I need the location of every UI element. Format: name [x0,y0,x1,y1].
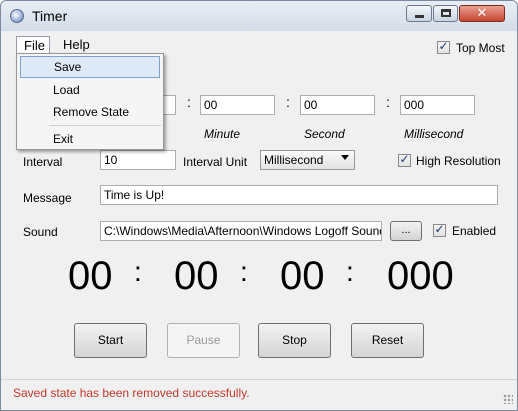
menu-item-remove-state[interactable]: Remove State [20,101,160,123]
checkmark-icon: ✓ [434,222,445,236]
interval-field[interactable]: 10 [100,150,176,170]
top-most-checkbox[interactable]: ✓ [437,39,450,54]
interval-label: Interval [23,155,63,169]
stop-button[interactable]: Stop [258,323,331,358]
interval-unit-label: Interval Unit [183,155,248,169]
minute-second-separator: : [286,94,290,110]
chevron-down-icon [341,155,349,160]
menu-item-load[interactable]: Load [20,79,160,101]
interval-unit-selected: Millisecond [264,153,324,167]
sound-enabled-label: Enabled [452,224,497,238]
timer-app-icon [10,9,24,23]
close-icon: ✕ [476,6,488,21]
display-separator-1: : [134,256,142,287]
browse-button[interactable]: ... [390,221,422,241]
message-label: Message [23,191,72,205]
display-seconds: 00 [280,254,325,298]
second-label: Second [304,127,345,141]
menu-separator [49,125,161,126]
sound-enabled-checkbox[interactable]: ✓ [433,222,446,237]
minimize-button[interactable] [406,5,432,22]
hour-field-partial[interactable] [164,95,176,115]
minute-field[interactable]: 00 [200,95,275,115]
checkmark-icon: ✓ [399,152,410,166]
millisecond-label: Millisecond [404,127,464,141]
checkmark-icon: ✓ [438,39,449,53]
menu-file[interactable]: File [16,36,50,53]
window-title: Timer [32,8,68,24]
display-separator-3: : [346,256,354,287]
pause-button[interactable]: Pause [167,323,240,358]
menu-item-save[interactable]: Save [20,56,160,78]
minute-label: Minute [204,127,241,141]
display-separator-2: : [240,256,248,287]
maximize-icon [441,9,451,17]
status-message: Saved state has been removed successfull… [13,386,250,400]
start-button[interactable]: Start [74,323,147,358]
high-resolution-label: High Resolution [416,154,501,168]
hour-minute-separator: : [187,94,191,110]
minimize-icon [415,15,424,18]
display-hours: 00 [68,254,113,298]
title-bar: Timer ✕ [1,1,517,31]
top-most-label: Top Most [456,41,505,55]
display-milliseconds: 000 [387,254,454,298]
second-millisecond-separator: : [386,94,390,110]
interval-unit-select[interactable]: Millisecond [260,150,355,170]
timer-window: Timer ✕ File Help ✓ Top Most : 00 : 00 :… [0,0,518,411]
resize-grip-icon[interactable] [503,394,513,404]
status-bar: Saved state has been removed successfull… [1,379,517,406]
sound-path-field[interactable]: C:\Windows\Media\Afternoon\Windows Logof… [100,221,382,241]
second-field[interactable]: 00 [300,95,375,115]
menu-help[interactable]: Help [56,36,97,53]
close-button[interactable]: ✕ [459,5,505,22]
display-minutes: 00 [174,254,219,298]
millisecond-field[interactable]: 000 [400,95,475,115]
sound-label: Sound [23,225,58,239]
high-resolution-checkbox[interactable]: ✓ [398,152,411,167]
message-field[interactable]: Time is Up! [100,185,498,205]
menu-item-exit[interactable]: Exit [20,128,160,150]
reset-button[interactable]: Reset [351,323,424,358]
file-menu-dropdown: Save Load Remove State Exit [16,53,164,150]
maximize-button[interactable] [433,5,458,22]
